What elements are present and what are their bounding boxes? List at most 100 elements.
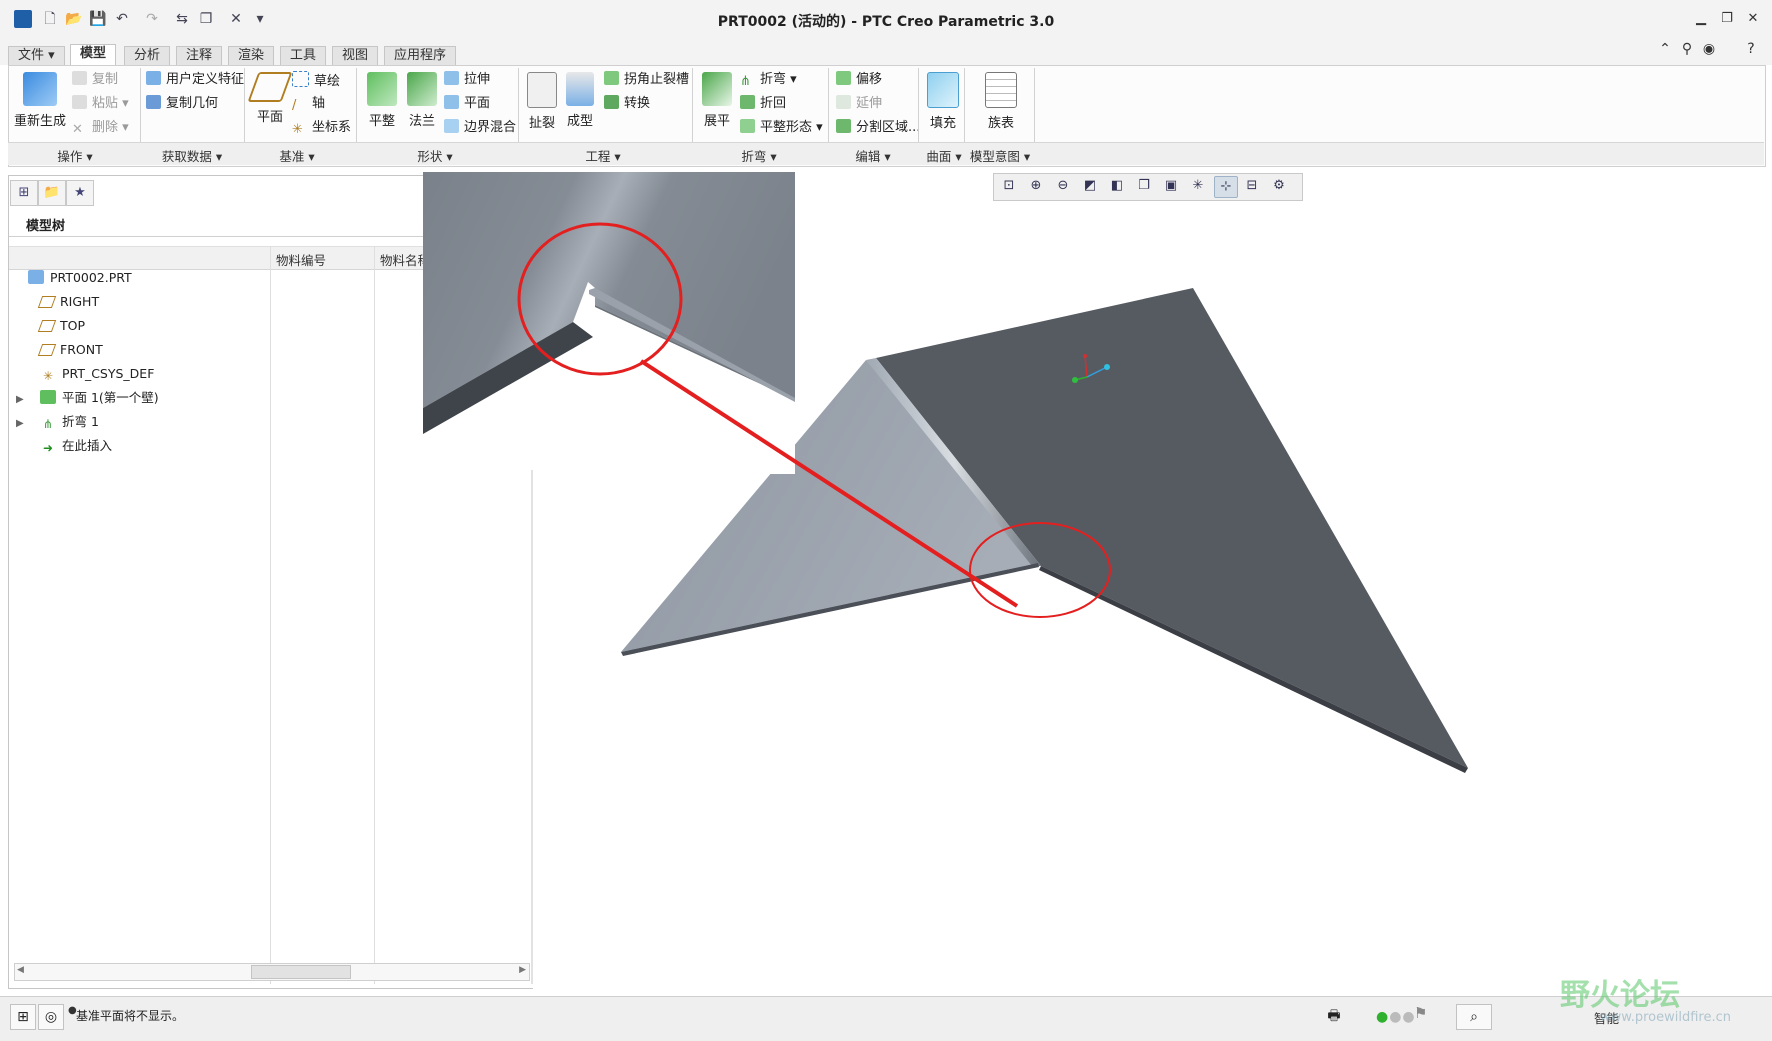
convert-button[interactable]: 转换 — [604, 95, 650, 113]
datum-plane-icon — [37, 320, 57, 332]
axis-button[interactable]: / 轴 — [292, 95, 325, 113]
tree-item-csys[interactable]: ✳ PRT_CSYS_DEF — [16, 363, 154, 385]
tree-item-label: PRT_CSYS_DEF — [62, 366, 155, 381]
group-operations[interactable]: 操作 ▾ — [40, 146, 110, 165]
repaint-icon[interactable]: ◩ — [1079, 176, 1101, 196]
tab-annotate[interactable]: 注释 — [176, 46, 223, 65]
bend-button[interactable]: ⋔ 折弯 ▾ — [740, 71, 797, 89]
find-icon[interactable]: ⌕ — [1456, 1004, 1492, 1030]
saved-views-icon[interactable]: ❐ — [1133, 176, 1155, 196]
tab-analysis[interactable]: 分析 — [124, 46, 171, 65]
boundary-blend-button[interactable]: 边界混合 — [444, 119, 516, 137]
expand-icon[interactable]: ▶ — [16, 389, 28, 411]
spin-center-icon[interactable]: ⊹ — [1214, 176, 1238, 198]
tree-item-bend[interactable]: ▶ ⋔ 折弯 1 — [16, 411, 99, 433]
flag-icon[interactable]: ⚑ — [1414, 1004, 1427, 1022]
scrollbar-thumb[interactable] — [251, 965, 351, 979]
csys-button[interactable]: ✳ 坐标系 — [292, 119, 351, 137]
bend-back-button[interactable]: 折回 — [740, 95, 786, 113]
tab-render[interactable]: 渲染 — [228, 46, 275, 65]
extrude-button[interactable]: 拉伸 — [444, 71, 490, 89]
delete-button[interactable]: ✕ 删除 ▾ — [72, 119, 129, 137]
model-tree-title: 模型树 — [26, 219, 66, 234]
sketch-label: 草绘 — [314, 74, 341, 89]
fill-button[interactable]: 填充 — [924, 72, 962, 131]
group-surfaces[interactable]: 曲面 ▾ — [924, 146, 964, 165]
group-bends[interactable]: 折弯 ▾ — [724, 146, 794, 165]
group-engineering[interactable]: 工程 ▾ — [568, 146, 638, 165]
refit-icon[interactable]: ⊡ — [998, 176, 1020, 196]
group-shapes[interactable]: 形状 ▾ — [400, 146, 470, 165]
favorites-tab-icon[interactable]: ★ — [66, 180, 94, 206]
tree-item-front[interactable]: FRONT — [16, 339, 103, 361]
split-area-button[interactable]: 分割区域... — [836, 119, 920, 137]
minimize-ribbon-icon[interactable]: ⌃ — [1656, 40, 1674, 58]
scroll-right-icon[interactable]: ▶ — [519, 965, 526, 975]
folder-browser-tab-icon[interactable]: 📁 — [38, 180, 66, 206]
tab-view[interactable]: 视图 — [332, 46, 379, 65]
delete-label: 删除 — [92, 120, 119, 135]
planar-button[interactable]: 平整 — [362, 72, 402, 129]
model-tree-tab-icon[interactable]: ⊞ — [10, 180, 38, 206]
sketch-button[interactable]: 草绘 — [292, 71, 340, 89]
column-item-number[interactable]: 物料编号 — [276, 250, 326, 269]
group-editing[interactable]: 编辑 ▾ — [838, 146, 908, 165]
family-table-button[interactable]: 族表 — [976, 72, 1026, 131]
display-style-icon[interactable]: ◧ — [1106, 176, 1128, 196]
tab-model[interactable]: 模型 — [70, 44, 117, 65]
column-divider — [270, 246, 271, 984]
datum-display-icon[interactable]: ✳ — [1187, 176, 1209, 196]
part-icon — [28, 270, 44, 284]
datum-plane-button[interactable]: 平面 — [247, 72, 293, 125]
datum-plane-icon — [247, 72, 293, 102]
tree-horizontal-scrollbar[interactable]: ◀ ▶ — [14, 963, 530, 981]
restore-button[interactable]: ❐ — [1714, 8, 1740, 30]
copy-icon — [72, 71, 87, 85]
unbend-button[interactable]: 展平 — [698, 72, 736, 129]
view-manager-icon[interactable]: ▣ — [1160, 176, 1182, 196]
copy-button[interactable]: 复制 — [72, 71, 118, 89]
form-button[interactable]: 成型 — [562, 72, 598, 129]
community-icon[interactable]: ◉ — [1700, 40, 1718, 58]
extend-button[interactable]: 延伸 — [836, 95, 882, 113]
regeneration-status-icon[interactable]: 🖶 — [1322, 1004, 1346, 1028]
close-button[interactable]: ✕ — [1740, 8, 1766, 30]
search-icon[interactable]: ⚲ — [1678, 40, 1696, 58]
tree-item-part[interactable]: PRT0002.PRT — [16, 267, 132, 289]
group-model-intent[interactable]: 模型意图 ▾ — [964, 146, 1036, 165]
tree-item-right[interactable]: RIGHT — [16, 291, 99, 313]
zoom-in-icon[interactable]: ⊕ — [1025, 176, 1047, 196]
expand-icon[interactable]: ▶ — [16, 413, 28, 435]
copy-geometry-button[interactable]: 复制几何 — [146, 95, 218, 113]
zoom-out-icon[interactable]: ⊖ — [1052, 176, 1074, 196]
appearance-icon[interactable]: ⚙ — [1268, 176, 1290, 196]
tree-item-insert-here[interactable]: ➜ 在此插入 — [16, 435, 112, 457]
offset-label: 偏移 — [856, 72, 883, 87]
help-icon[interactable]: ? — [1742, 40, 1760, 58]
rip-button[interactable]: 扯裂 — [524, 72, 560, 131]
group-datum[interactable]: 基准 ▾ — [262, 146, 332, 165]
udf-button[interactable]: 用户定义特征 — [146, 71, 244, 89]
offset-button[interactable]: 偏移 — [836, 71, 882, 89]
tree-item-top[interactable]: TOP — [16, 315, 85, 337]
toggle-browser-icon[interactable]: ◎ — [38, 1004, 64, 1030]
flange-button[interactable]: 法兰 — [402, 72, 442, 129]
group-get-data[interactable]: 获取数据 ▾ — [150, 146, 234, 165]
shape-plane-button[interactable]: 平面 — [444, 95, 490, 113]
boundary-blend-icon — [444, 119, 459, 133]
minimize-button[interactable]: ▁ — [1688, 8, 1714, 30]
corner-relief-button[interactable]: 拐角止裂槽 — [604, 71, 689, 89]
extrude-icon — [444, 71, 459, 85]
toggle-navigator-icon[interactable]: ⊞ — [10, 1004, 36, 1030]
flat-state-button[interactable]: 平整形态 ▾ — [740, 119, 823, 137]
regenerate-button[interactable]: 重新生成 — [14, 72, 66, 129]
tab-tools[interactable]: 工具 — [280, 46, 327, 65]
tree-item-planar-wall[interactable]: ▶ 平面 1(第一个壁) — [16, 387, 159, 409]
paste-button[interactable]: 粘贴 ▾ — [72, 95, 129, 113]
delete-icon: ✕ — [72, 122, 83, 137]
tab-file[interactable]: 文件 ▾ — [8, 46, 65, 65]
tab-applications[interactable]: 应用程序 — [384, 46, 457, 65]
annotation-display-icon[interactable]: ⊟ — [1241, 176, 1263, 196]
scroll-left-icon[interactable]: ◀ — [17, 965, 24, 975]
insert-here-icon: ➜ — [42, 441, 54, 455]
